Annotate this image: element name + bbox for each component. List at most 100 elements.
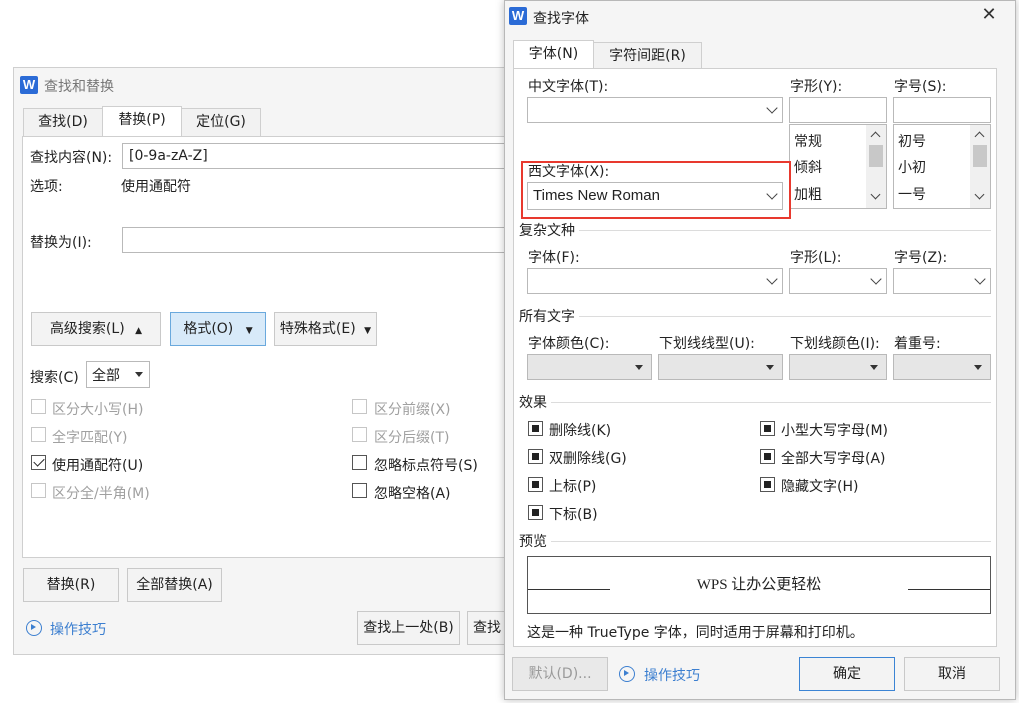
effects-section-title: 效果 bbox=[519, 392, 551, 412]
strike-checkbox[interactable] bbox=[528, 421, 543, 436]
match-case-checkbox[interactable] bbox=[31, 399, 46, 414]
all-caps-checkbox[interactable] bbox=[760, 449, 775, 464]
close-icon[interactable]: ✕ bbox=[979, 5, 999, 25]
font-color-label: 字体颜色(C): bbox=[528, 336, 610, 352]
suffix-checkbox[interactable] bbox=[352, 427, 367, 442]
find-font-dialog: W 查找字体 ✕ 字体(N) 字符间距(R) 中文字体(T): 字形(Y): 常… bbox=[504, 0, 1016, 700]
scroll-thumb[interactable] bbox=[869, 145, 883, 167]
default-button[interactable]: 默认(D)... bbox=[512, 657, 608, 691]
chevron-down-icon bbox=[870, 273, 882, 285]
wildcard-checkbox[interactable] bbox=[31, 455, 46, 470]
small-caps-checkbox[interactable] bbox=[760, 421, 775, 436]
divider bbox=[519, 402, 991, 403]
updown-icon: ▲ bbox=[135, 326, 143, 336]
suffix-label: 区分后缀(T) bbox=[374, 430, 450, 446]
complex-size-select[interactable] bbox=[893, 268, 991, 294]
width-checkbox[interactable] bbox=[31, 483, 46, 498]
complex-font-label: 字体(F): bbox=[528, 250, 580, 266]
style-input[interactable] bbox=[789, 97, 887, 123]
complex-font-select[interactable] bbox=[527, 268, 783, 294]
hidden-text-label: 隐藏文字(H) bbox=[781, 479, 859, 495]
size-label: 字号(S): bbox=[894, 79, 947, 95]
chevron-down-icon bbox=[974, 273, 986, 285]
prefix-checkbox[interactable] bbox=[352, 399, 367, 414]
wps-logo-icon: W bbox=[20, 76, 38, 94]
tab-char-spacing[interactable]: 字符间距(R) bbox=[593, 42, 702, 70]
dialog-title: 查找和替换 bbox=[44, 79, 114, 95]
tab-find[interactable]: 查找(D) bbox=[23, 108, 103, 136]
tab-font[interactable]: 字体(N) bbox=[513, 40, 594, 70]
divider bbox=[519, 316, 991, 317]
preview-note: 这是一种 TrueType 字体，同时适用于屏幕和打印机。 bbox=[527, 625, 864, 641]
scroll-up-icon[interactable] bbox=[974, 131, 985, 142]
replace-all-button[interactable]: 全部替换(A) bbox=[127, 568, 222, 602]
size-list[interactable]: 初号 小初 一号 bbox=[893, 124, 991, 209]
scrollbar[interactable] bbox=[866, 125, 886, 208]
list-item[interactable]: 小初 bbox=[898, 157, 926, 177]
highlight-box bbox=[521, 161, 791, 219]
subscript-checkbox[interactable] bbox=[528, 505, 543, 520]
dropdown-icon bbox=[766, 365, 774, 370]
double-strike-checkbox[interactable] bbox=[528, 449, 543, 464]
scroll-down-icon[interactable] bbox=[870, 189, 881, 200]
scroll-down-icon[interactable] bbox=[974, 189, 985, 200]
underline-color-select[interactable] bbox=[789, 354, 887, 380]
options-value: 使用通配符 bbox=[121, 179, 191, 195]
dropdown-icon bbox=[635, 365, 643, 370]
underline-style-select[interactable] bbox=[658, 354, 783, 380]
list-item[interactable]: 一号 bbox=[898, 184, 926, 204]
format-button[interactable]: 格式(O) ▼ bbox=[170, 312, 266, 346]
special-format-button[interactable]: 特殊格式(E) ▼ bbox=[274, 312, 377, 346]
special-format-label: 特殊格式(E) bbox=[279, 321, 356, 337]
style-label: 字形(Y): bbox=[790, 79, 843, 95]
tab-replace[interactable]: 替换(P) bbox=[102, 106, 182, 136]
play-circle-icon bbox=[26, 620, 42, 636]
find-prev-button[interactable]: 查找上一处(B) bbox=[357, 611, 460, 645]
ignore-punct-checkbox[interactable] bbox=[352, 455, 367, 470]
replace-input[interactable] bbox=[122, 227, 514, 253]
search-label: 搜索(C) bbox=[30, 370, 79, 386]
replace-label: 替换为(I): bbox=[30, 235, 92, 251]
dropdown-icon: ▼ bbox=[364, 326, 372, 336]
superscript-checkbox[interactable] bbox=[528, 477, 543, 492]
double-strike-label: 双删除线(G) bbox=[549, 451, 627, 467]
wildcard-label: 使用通配符(U) bbox=[52, 458, 144, 474]
list-item[interactable]: 常规 bbox=[794, 131, 822, 151]
tips-link[interactable]: 操作技巧 bbox=[50, 619, 106, 639]
hidden-text-checkbox[interactable] bbox=[760, 477, 775, 492]
preview-box: WPS 让办公更轻松 bbox=[527, 556, 991, 614]
all-text-section-title: 所有文字 bbox=[519, 306, 579, 326]
list-item[interactable]: 倾斜 bbox=[794, 157, 822, 177]
dropdown-icon bbox=[870, 365, 878, 370]
ok-button[interactable]: 确定 bbox=[799, 657, 895, 691]
complex-section-title: 复杂文种 bbox=[519, 220, 579, 240]
cn-font-select[interactable] bbox=[527, 97, 783, 123]
replace-button[interactable]: 替换(R) bbox=[23, 568, 119, 602]
dropdown-icon: ▼ bbox=[245, 326, 253, 336]
size-input[interactable] bbox=[893, 97, 991, 123]
cancel-button[interactable]: 取消 bbox=[904, 657, 1000, 691]
font-color-select[interactable] bbox=[527, 354, 652, 380]
ignore-space-checkbox[interactable] bbox=[352, 483, 367, 498]
advanced-search-label: 高级搜索(L) bbox=[49, 321, 125, 337]
tab-goto[interactable]: 定位(G) bbox=[181, 108, 261, 136]
small-caps-label: 小型大写字母(M) bbox=[781, 423, 889, 439]
complex-style-label: 字形(L): bbox=[790, 250, 842, 266]
find-label: 查找内容(N): bbox=[30, 150, 113, 166]
prefix-label: 区分前缀(X) bbox=[374, 402, 451, 418]
search-scope-select[interactable]: 全部 bbox=[86, 361, 150, 388]
scroll-thumb[interactable] bbox=[973, 145, 987, 167]
format-label: 格式(O) bbox=[183, 321, 234, 337]
advanced-search-button[interactable]: 高级搜索(L) ▲ bbox=[31, 312, 161, 346]
list-item[interactable]: 加粗 bbox=[794, 184, 822, 204]
whole-word-checkbox[interactable] bbox=[31, 427, 46, 442]
complex-size-label: 字号(Z): bbox=[894, 250, 948, 266]
complex-style-select[interactable] bbox=[789, 268, 887, 294]
find-input[interactable]: [0-9a-zA-Z] bbox=[122, 143, 514, 169]
tips-link[interactable]: 操作技巧 bbox=[644, 665, 700, 685]
list-item[interactable]: 初号 bbox=[898, 131, 926, 151]
scroll-up-icon[interactable] bbox=[870, 131, 881, 142]
scrollbar[interactable] bbox=[970, 125, 990, 208]
emphasis-select[interactable] bbox=[893, 354, 991, 380]
style-list[interactable]: 常规 倾斜 加粗 bbox=[789, 124, 887, 209]
